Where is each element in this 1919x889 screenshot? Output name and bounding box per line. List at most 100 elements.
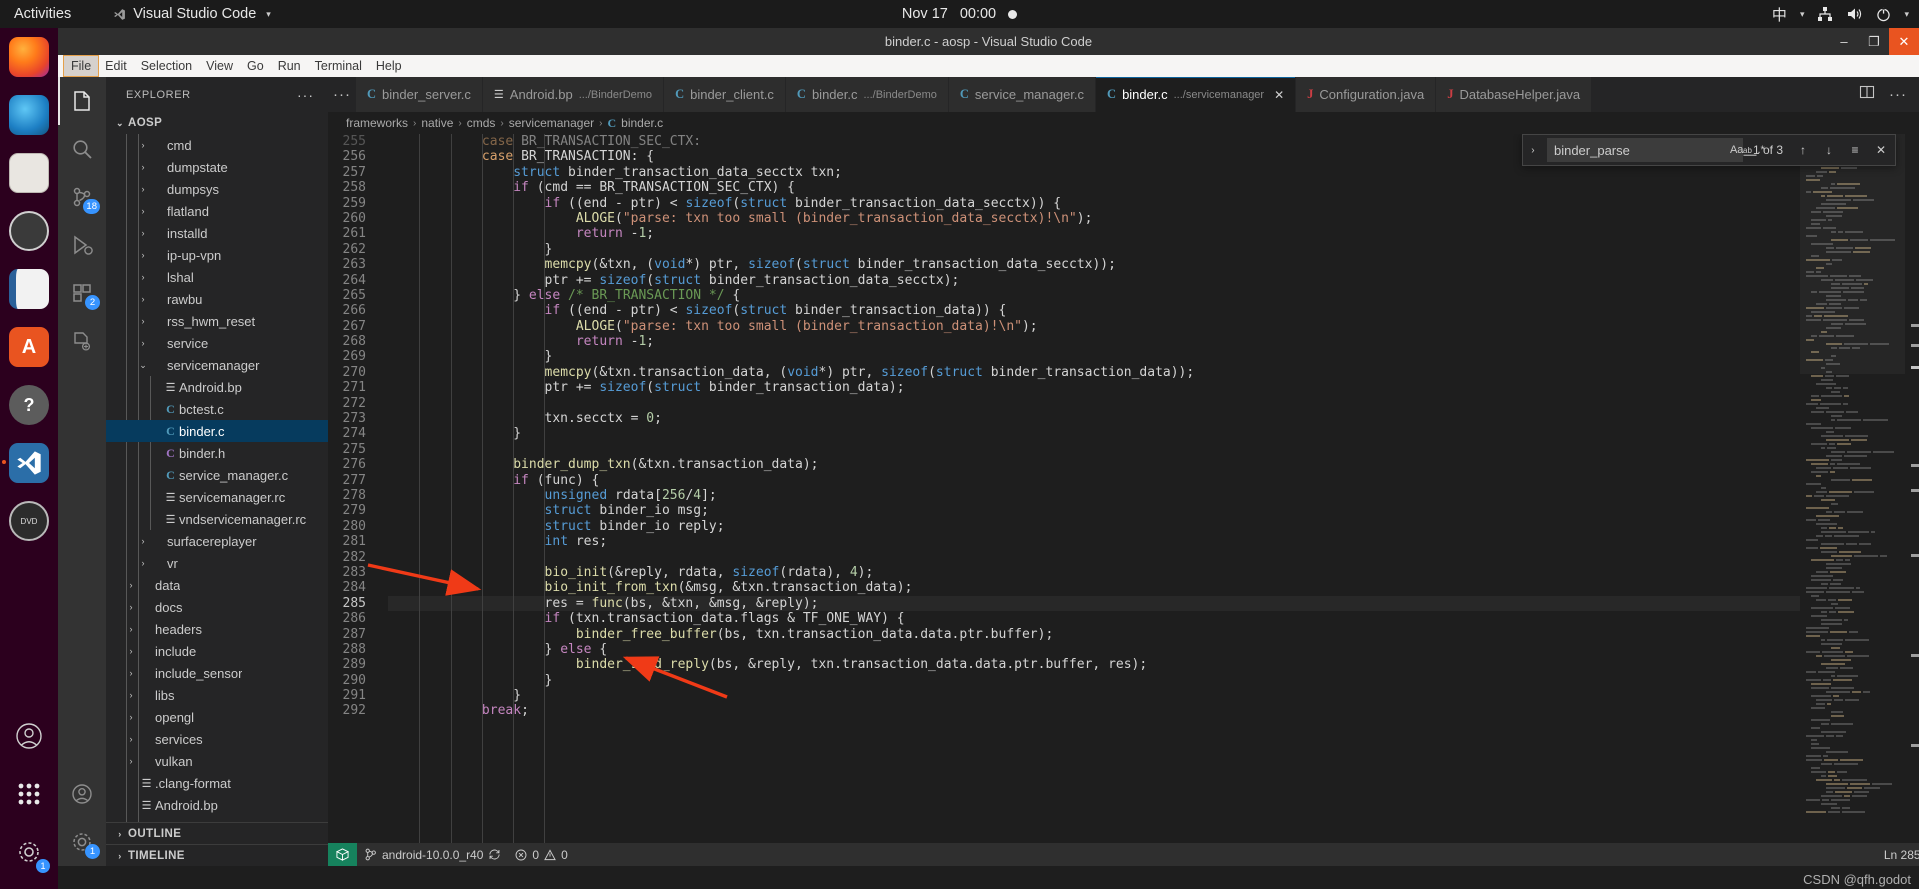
code-line[interactable]: bio_init(&reply, rdata, sizeof(rdata), 4… xyxy=(388,565,1919,580)
find-previous-button[interactable]: ↑ xyxy=(1793,140,1813,160)
code-line[interactable]: struct binder_transaction_data_secctx tx… xyxy=(388,165,1919,180)
file-tree-item[interactable]: ⌄ servicemanager xyxy=(106,354,328,376)
breadcrumb-native[interactable]: native xyxy=(421,116,453,130)
file-tree-item[interactable]: ☰ servicemanager.rc xyxy=(106,486,328,508)
status-cursor-position[interactable]: Ln 285, Col 25 xyxy=(1877,843,1919,866)
code-line[interactable]: binder_send_reply(bs, &reply, txn.transa… xyxy=(388,657,1919,672)
code-content[interactable]: case BR_TRANSACTION_SEC_CTX: case BR_TRA… xyxy=(388,134,1919,866)
code-line[interactable]: } else { xyxy=(388,642,1919,657)
activity-accounts[interactable] xyxy=(58,770,106,818)
remote-indicator[interactable] xyxy=(328,843,357,866)
find-close-button[interactable]: ✕ xyxy=(1871,140,1891,160)
minimap-slider[interactable] xyxy=(1800,134,1905,374)
find-widget[interactable]: › Aa ab .* 1 of 3 ↑ ↓ ≡ ✕ xyxy=(1521,134,1896,166)
find-next-button[interactable]: ↓ xyxy=(1819,140,1839,160)
file-tree-item[interactable]: › rawbu xyxy=(106,288,328,310)
menu-view[interactable]: View xyxy=(199,56,240,76)
activity-extensions[interactable]: 2 xyxy=(58,269,106,317)
find-in-selection-button[interactable]: ≡ xyxy=(1845,140,1865,160)
file-tree-item[interactable]: › installd xyxy=(106,222,328,244)
menu-file[interactable]: File xyxy=(62,55,100,77)
sidebar-section-timeline[interactable]: › TIMELINE xyxy=(106,844,328,866)
file-tree-item[interactable]: › services xyxy=(106,728,328,750)
code-editor[interactable]: 255 256 257 258 259 260 261 262 263 264 265 266 267 2… xyxy=(328,134,1919,866)
code-line[interactable]: ALOGE("parse: txn too small (binder_tran… xyxy=(388,319,1919,334)
dock-item-show-applications[interactable] xyxy=(0,765,58,823)
code-line[interactable] xyxy=(388,442,1919,457)
code-line[interactable]: memcpy(&txn, (void*) ptr, sizeof(struct … xyxy=(388,257,1919,272)
menu-selection[interactable]: Selection xyxy=(134,56,199,76)
system-status-area[interactable]: 中 ▾ ▾ xyxy=(1772,4,1909,25)
activity-manage-settings[interactable]: 1 xyxy=(58,818,106,866)
code-line[interactable]: if (cmd == BR_TRANSACTION_SEC_CTX) { xyxy=(388,180,1919,195)
file-tree[interactable]: › cmd › dumpstate › dumpsys › flatland › installd… xyxy=(106,134,328,822)
code-line[interactable]: } xyxy=(388,349,1919,364)
file-tree-item[interactable]: › lshal xyxy=(106,266,328,288)
activity-remote-explorer[interactable] xyxy=(58,317,106,365)
code-line[interactable]: if ((end - ptr) < sizeof(struct binder_t… xyxy=(388,303,1919,318)
editor-tab[interactable]: Cbinder_server.c xyxy=(356,77,483,112)
input-method-label[interactable]: 中 xyxy=(1772,4,1787,25)
file-tree-item[interactable]: › include xyxy=(106,640,328,662)
tab-close-icon[interactable]: ✕ xyxy=(1274,88,1284,102)
volume-icon[interactable] xyxy=(1846,7,1863,21)
breadcrumb-file[interactable]: binder.c xyxy=(621,116,663,130)
file-tree-item[interactable]: › dumpstate xyxy=(106,156,328,178)
dock-item-help[interactable]: ? xyxy=(0,376,58,434)
code-line[interactable]: int res; xyxy=(388,534,1919,549)
network-icon[interactable] xyxy=(1817,7,1833,21)
sidebar-more-actions-icon[interactable]: ··· xyxy=(297,87,314,103)
file-tree-item[interactable]: Cservice_manager.c xyxy=(106,464,328,486)
power-icon[interactable] xyxy=(1876,7,1891,22)
activity-run-and-debug[interactable] xyxy=(58,221,106,269)
file-tree-item[interactable]: ☰ Android.bp xyxy=(106,794,328,816)
menu-terminal[interactable]: Terminal xyxy=(308,56,369,76)
menu-help[interactable]: Help xyxy=(369,56,409,76)
match-case-option[interactable]: Aa xyxy=(1730,141,1743,160)
dock-item-libreoffice-writer[interactable] xyxy=(0,260,58,318)
file-tree-item[interactable]: ☰ Android.bp xyxy=(106,376,328,398)
code-line[interactable] xyxy=(388,396,1919,411)
file-tree-item[interactable]: › ip-up-vpn xyxy=(106,244,328,266)
editor-tab[interactable]: J DatabaseHelper.java xyxy=(1436,77,1593,112)
file-tree-item[interactable]: ☰ .clang-format xyxy=(106,772,328,794)
overview-ruler[interactable] xyxy=(1905,134,1919,866)
dock-item-ubuntu-software[interactable]: A xyxy=(0,318,58,376)
menu-go[interactable]: Go xyxy=(240,56,271,76)
tabs-overflow-icon[interactable]: ··· xyxy=(328,77,356,112)
file-tree-item[interactable]: › docs xyxy=(106,596,328,618)
dock-item-visual-studio-code[interactable] xyxy=(0,434,58,492)
editor-tab[interactable]: ☰ Android.bp .../BinderDemo xyxy=(482,77,665,112)
minimize-button[interactable]: – xyxy=(1829,28,1859,55)
code-line[interactable]: return -1; xyxy=(388,334,1919,349)
code-line[interactable]: ALOGE("parse: txn too small (binder_tran… xyxy=(388,211,1919,226)
code-line[interactable]: bio_init_from_txn(&msg, &txn.transaction… xyxy=(388,580,1919,595)
editor-tab[interactable]: Cservice_manager.c xyxy=(948,77,1097,112)
close-button[interactable]: ✕ xyxy=(1889,28,1919,55)
breadcrumb[interactable]: frameworks › native › cmds › servicemana… xyxy=(328,112,1919,134)
file-tree-item[interactable]: › cmd xyxy=(106,134,328,156)
file-tree-item[interactable]: ☰ vndservicemanager.rc xyxy=(106,508,328,530)
file-tree-item[interactable]: › vulkan xyxy=(106,750,328,772)
code-line[interactable]: if ((end - ptr) < sizeof(struct binder_t… xyxy=(388,196,1919,211)
sidebar-section-outline[interactable]: › OUTLINE xyxy=(106,822,328,844)
code-line[interactable]: } xyxy=(388,242,1919,257)
breadcrumb-servicemanager[interactable]: servicemanager xyxy=(509,116,594,130)
file-tree-item[interactable]: › headers xyxy=(106,618,328,640)
status-branch[interactable]: android-10.0.0_r40 xyxy=(357,843,508,866)
code-line[interactable]: ptr += sizeof(struct binder_transaction_… xyxy=(388,380,1919,395)
activity-explorer[interactable] xyxy=(58,77,106,125)
maximize-button[interactable]: ❐ xyxy=(1859,28,1889,55)
file-tree-item[interactable]: › include_sensor xyxy=(106,662,328,684)
dock-item-thunderbird[interactable] xyxy=(0,86,58,144)
code-line[interactable]: if (func) { xyxy=(388,473,1919,488)
editor-tab[interactable]: Cbinder.c .../BinderDemo xyxy=(785,77,949,112)
folding-margin[interactable] xyxy=(376,134,388,866)
app-menu-button[interactable]: Visual Studio Code ▾ xyxy=(113,6,271,22)
editor-tab[interactable]: Cbinder_client.c xyxy=(664,77,786,112)
file-tree-item-selected[interactable]: Cbinder.c xyxy=(106,420,328,442)
dock-item-files[interactable] xyxy=(0,144,58,202)
file-tree-item[interactable]: › surfacereplayer xyxy=(106,530,328,552)
menu-run[interactable]: Run xyxy=(271,56,308,76)
code-line[interactable]: res = func(bs, &txn, &msg, &reply); xyxy=(388,595,1919,612)
